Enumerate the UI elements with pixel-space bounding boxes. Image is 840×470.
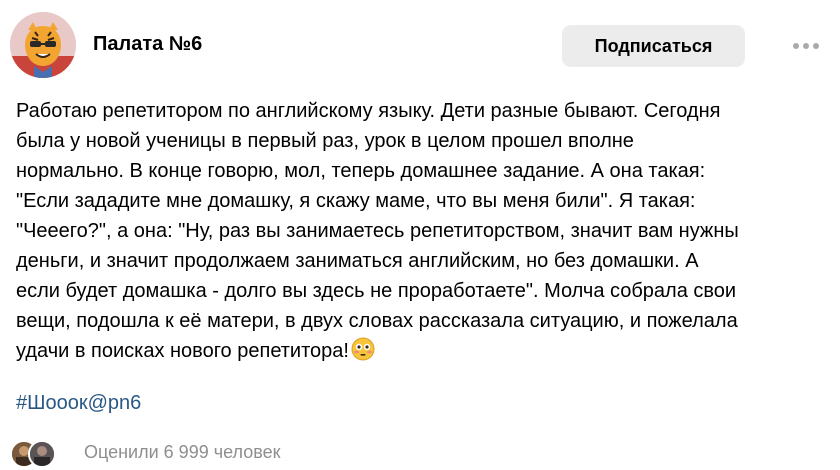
reactions-count-text: Оценили 6 999 человек [84,441,281,462]
community-name[interactable]: Палата №6 [93,33,202,56]
post-text-line: была у новой ученицы в первый раз, урок … [16,130,634,152]
post-text-line: "Чееего?", а она: "Ну, раз вы занимаетес… [16,220,739,242]
subscribe-button[interactable]: Подписаться [562,25,745,67]
post-text-line: если будет домашка - долго вы здесь не п… [16,280,737,302]
post-text-line: нормально. В конце говорю, мол, теперь д… [16,160,706,182]
more-dot [813,43,819,49]
tiger-avatar-icon [10,12,76,78]
more-dot [803,43,809,49]
post-text-line: Работаю репетитором по английскому языку… [16,100,721,122]
reacted-users-avatars [10,439,62,468]
post-header: Палата №6 Подписаться [0,0,840,90]
reactions-summary[interactable]: Оценили 6 999 человек [10,438,281,468]
flushed-face-emoji-icon [351,337,375,361]
post-text-line: деньги, и значит продолжаем заниматься а… [16,250,699,272]
more-options-icon[interactable] [786,36,826,56]
community-avatar[interactable] [10,12,76,78]
hashtag-link[interactable]: #Шооок@pn6 [16,392,141,415]
post-text-line-last: удачи в поисках нового репетитора! [16,336,828,366]
post-text-line: "Если зададите мне домашку, я скажу маме… [16,190,696,212]
post-text-line: удачи в поисках нового репетитора! [16,340,349,362]
more-dot [793,43,799,49]
user-avatar [28,440,56,468]
post-text: Работаю репетитором по английскому языку… [16,96,828,366]
post-text-line: вещи, подошла к её матери, в двух словах… [16,310,738,332]
